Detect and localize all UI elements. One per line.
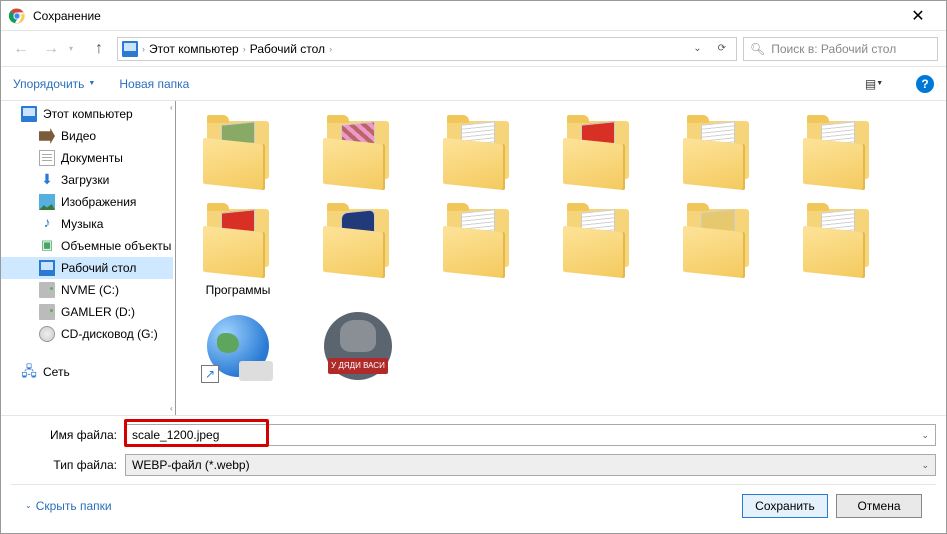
filetype-label: Тип файла: — [11, 458, 117, 472]
chevron-down-icon: ▼ — [88, 80, 95, 87]
music-icon: ♪ — [39, 216, 55, 232]
chrome-icon — [9, 8, 25, 24]
search-placeholder: Поиск в: Рабочий стол — [771, 42, 896, 56]
filename-input[interactable]: scale_1200.jpeg⌄ — [125, 424, 936, 446]
sidebar-item-nvme[interactable]: NVME (C:) — [1, 279, 173, 301]
shortcut-uncle-vasya[interactable]: У ДЯДИ ВАСИ — [306, 307, 410, 385]
chevron-left-icon: ‹ — [170, 404, 173, 413]
pictures-icon — [39, 194, 55, 210]
chevron-down-icon[interactable]: ⌄ — [921, 430, 929, 441]
folder-item[interactable] — [786, 113, 890, 191]
save-button[interactable]: Сохранить — [742, 494, 828, 518]
sidebar-item-music[interactable]: ♪Музыка — [1, 213, 173, 235]
app-icon: У ДЯДИ ВАСИ — [324, 312, 392, 380]
sidebar-item-downloads[interactable]: ⬇Загрузки — [1, 169, 173, 191]
hide-folders-toggle[interactable]: ⌄Скрыть папки — [25, 499, 112, 513]
crumb-desktop[interactable]: Рабочий стол — [250, 42, 325, 56]
sidebar-item-documents[interactable]: Документы — [1, 147, 173, 169]
document-icon — [39, 150, 55, 166]
help-button[interactable]: ? — [916, 75, 934, 93]
titlebar: Сохранение ✕ — [1, 1, 946, 31]
sidebar-item-this-pc[interactable]: Этот компьютер — [1, 103, 173, 125]
chevron-right-icon: › — [329, 44, 332, 54]
sidebar: Этот компьютер Видео Документы ⬇Загрузки… — [1, 101, 173, 415]
sidebar-item-3d-objects[interactable]: ▣Объемные объекты — [1, 235, 173, 257]
folder-item[interactable] — [546, 201, 650, 297]
sidebar-item-network[interactable]: 🖧Сеть — [1, 361, 173, 383]
folder-item[interactable]: PDF — [546, 113, 650, 191]
folder-item[interactable] — [426, 113, 530, 191]
main-area: Этот компьютер Видео Документы ⬇Загрузки… — [1, 101, 946, 415]
folder-item[interactable] — [666, 113, 770, 191]
forward-button[interactable]: → — [39, 37, 63, 61]
sidebar-item-gamler[interactable]: GAMLER (D:) — [1, 301, 173, 323]
folder-item[interactable] — [786, 201, 890, 297]
download-icon: ⬇ — [39, 172, 55, 188]
chevron-right-icon: › — [142, 44, 145, 54]
pc-icon — [21, 106, 37, 122]
filename-label: Имя файла: — [11, 428, 117, 442]
folder-label: Программы — [206, 283, 271, 297]
save-panel: Имя файла: scale_1200.jpeg⌄ Тип файла: W… — [1, 415, 946, 526]
new-folder-button[interactable]: Новая папка — [119, 77, 189, 91]
back-button[interactable]: ← — [9, 37, 33, 61]
search-box[interactable]: 🔍︎ Поиск в: Рабочий стол — [743, 37, 938, 61]
up-button[interactable]: ↑ — [87, 37, 111, 61]
history-dropdown[interactable]: ▾ — [69, 44, 81, 53]
drive-icon — [39, 304, 55, 320]
sidebar-item-pictures[interactable]: Изображения — [1, 191, 173, 213]
refresh-button[interactable]: ⟳ — [712, 43, 732, 54]
file-list[interactable]: PDF Программы ↗ У ДЯДИ ВАСИ — [178, 101, 946, 415]
shortcut-item[interactable]: ↗ — [186, 307, 290, 385]
folder-programs[interactable]: Программы — [186, 201, 290, 297]
chevron-down-icon: ⌄ — [921, 460, 929, 471]
folder-item[interactable] — [306, 201, 410, 297]
video-icon — [39, 128, 55, 144]
shortcut-overlay-icon: ↗ — [201, 365, 219, 383]
cancel-button[interactable]: Отмена — [836, 494, 922, 518]
drive-icon — [39, 282, 55, 298]
desktop-icon — [39, 260, 55, 276]
cube-icon: ▣ — [39, 238, 55, 254]
crumb-this-pc[interactable]: Этот компьютер — [149, 42, 239, 56]
cd-icon — [39, 326, 55, 342]
toolbar: Упорядочить▼ Новая папка ▤ ▼ ? — [1, 67, 946, 101]
close-button[interactable]: ✕ — [898, 6, 938, 26]
nav-bar: ← → ▾ ↑ › Этот компьютер › Рабочий стол … — [1, 31, 946, 67]
organize-menu[interactable]: Упорядочить▼ — [13, 77, 95, 91]
folder-item[interactable] — [426, 201, 530, 297]
pc-icon — [122, 41, 138, 57]
splitter[interactable]: ‹‹ — [173, 101, 178, 415]
chevron-right-icon: › — [243, 44, 246, 54]
chevron-down-icon: ⌄ — [25, 501, 32, 510]
filetype-select[interactable]: WEBP-файл (*.webp)⌄ — [125, 454, 936, 476]
address-bar[interactable]: › Этот компьютер › Рабочий стол › ⌄ ⟳ — [117, 37, 737, 61]
folder-item[interactable] — [186, 113, 290, 191]
address-dropdown[interactable]: ⌄ — [687, 43, 707, 54]
sidebar-item-videos[interactable]: Видео — [1, 125, 173, 147]
window-title: Сохранение — [33, 9, 898, 23]
view-options[interactable]: ▤ ▼ — [864, 74, 884, 94]
folder-item[interactable] — [306, 113, 410, 191]
folder-item[interactable] — [666, 201, 770, 297]
sidebar-item-desktop[interactable]: Рабочий стол — [1, 257, 173, 279]
chevron-left-icon: ‹ — [170, 103, 173, 112]
search-icon: 🔍︎ — [750, 42, 765, 56]
network-icon: 🖧 — [21, 364, 37, 380]
sidebar-item-cd[interactable]: CD-дисковод (G:) — [1, 323, 173, 345]
